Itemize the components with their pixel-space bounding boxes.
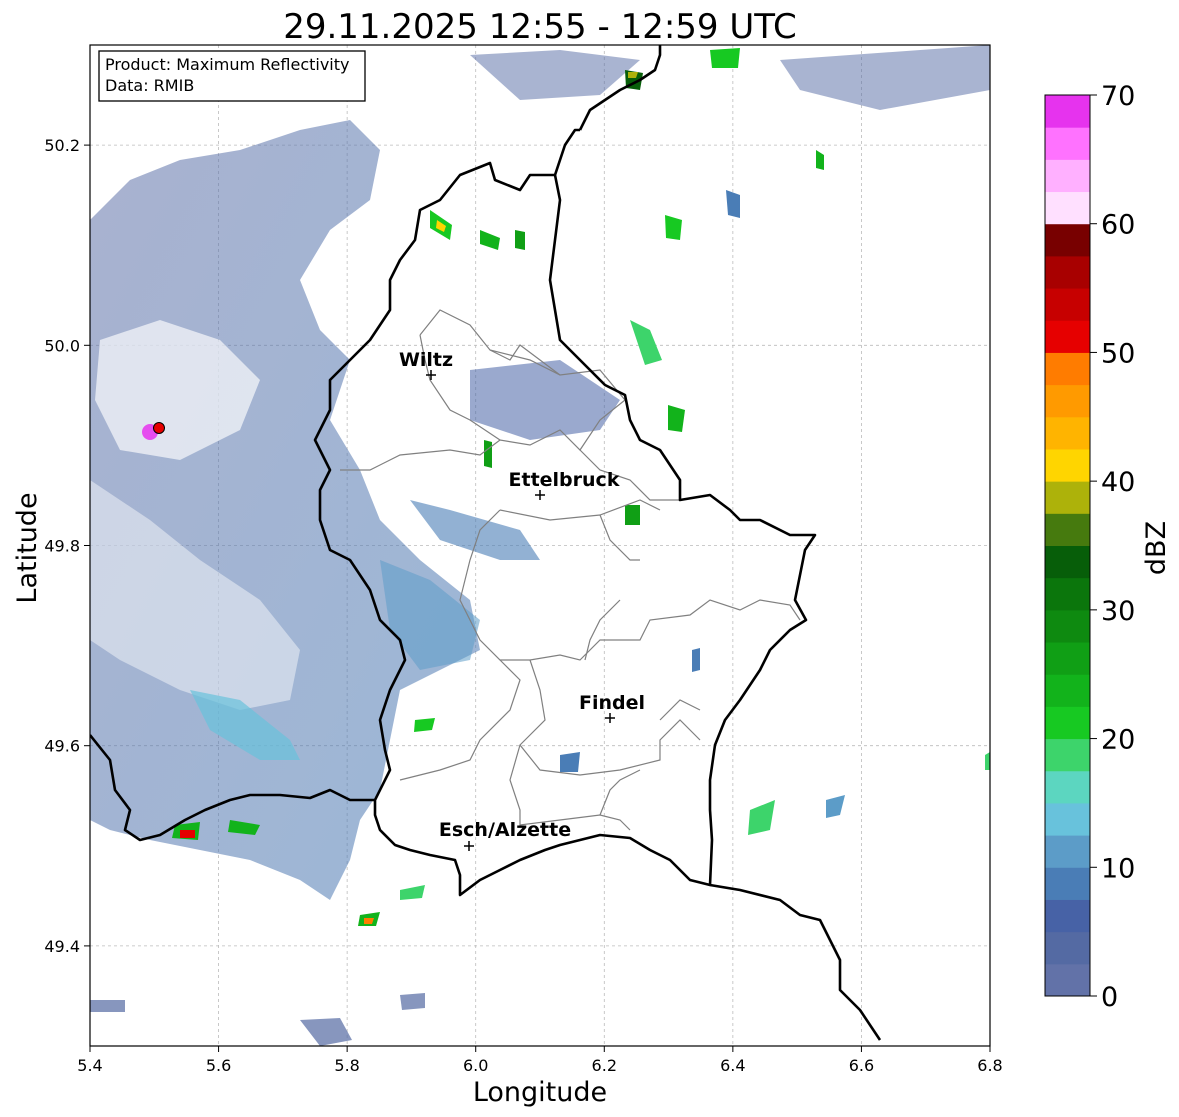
colorbar-tick-label: 0 xyxy=(1101,982,1118,1013)
x-tick-label: 6.2 xyxy=(592,1056,617,1075)
y-axis-label: Latitude xyxy=(12,492,43,603)
rain-cell-light xyxy=(400,993,425,1010)
colorbar-tick-label: 60 xyxy=(1101,210,1135,241)
colorbar-segment xyxy=(1045,159,1090,193)
colorbar-segment xyxy=(1045,95,1090,128)
colorbar-tick-label: 10 xyxy=(1101,853,1135,884)
y-tick-label: 50.0 xyxy=(44,336,80,355)
colorbar-segment xyxy=(1045,481,1090,514)
city-label: Esch/Alzette xyxy=(439,819,571,841)
colorbar-segment xyxy=(1045,931,1090,965)
city-label: Findel xyxy=(579,692,645,714)
x-tick-label: 6.6 xyxy=(849,1056,874,1075)
colorbar-tick-label: 50 xyxy=(1101,338,1135,369)
colorbar-segment xyxy=(1045,513,1090,546)
colorbar-segment xyxy=(1045,545,1090,579)
colorbar-segment xyxy=(1045,609,1090,643)
x-tick-label: 6.8 xyxy=(977,1056,1002,1075)
city-label: Ettelbruck xyxy=(509,469,620,491)
colorbar-tick-label: 20 xyxy=(1101,725,1135,756)
rain-cell-moderate xyxy=(414,718,435,732)
x-axis-ticks: 5.4 5.6 5.8 6.0 6.2 6.4 6.6 6.8 xyxy=(77,1046,1003,1075)
colorbar-segment xyxy=(1045,320,1090,353)
colorbar-segment xyxy=(1045,255,1090,289)
colorbar-tick-label: 40 xyxy=(1101,467,1135,498)
rain-cell-moderate xyxy=(985,752,990,770)
rain-cell-moderate xyxy=(484,440,492,468)
rain-cell-moderate xyxy=(625,505,640,525)
city-label: Wiltz xyxy=(399,349,453,371)
x-tick-label: 6.4 xyxy=(720,1056,745,1075)
colorbar-segments xyxy=(1045,95,1090,997)
info-data-source: Data: RMIB xyxy=(105,76,194,95)
colorbar-segment xyxy=(1045,191,1090,225)
y-tick-label: 49.8 xyxy=(44,537,80,556)
colorbar-segment xyxy=(1045,835,1090,868)
y-axis-ticks: 49.4 49.6 49.8 50.0 50.2 xyxy=(44,136,90,956)
colorbar-segment xyxy=(1045,288,1090,321)
y-tick-label: 49.4 xyxy=(44,937,80,956)
map-axes: Wiltz Ettelbruck Findel Esch/Alzette 5.4… xyxy=(12,44,1003,1108)
x-axis-label: Longitude xyxy=(473,1077,607,1108)
colorbar-segment xyxy=(1045,127,1090,160)
colorbar-label: dBZ xyxy=(1141,521,1172,575)
y-tick-label: 49.6 xyxy=(44,737,80,756)
colorbar-segment xyxy=(1045,448,1090,482)
y-tick-label: 50.2 xyxy=(44,136,80,155)
colorbar-segment xyxy=(1045,802,1090,836)
x-tick-label: 5.6 xyxy=(206,1056,231,1075)
info-product: Product: Maximum Reflectivity xyxy=(105,55,349,74)
radar-site-dot xyxy=(153,422,165,434)
colorbar-segment xyxy=(1045,223,1090,257)
colorbar-segment xyxy=(1045,577,1090,611)
rain-cell-light xyxy=(560,752,580,772)
rain-cell-light xyxy=(692,648,700,672)
x-tick-label: 5.4 xyxy=(77,1056,102,1075)
colorbar-segment xyxy=(1045,867,1090,900)
colorbar-ticks: 0 10 20 30 40 50 60 70 xyxy=(1090,81,1135,1013)
colorbar-segment xyxy=(1045,899,1090,933)
colorbar-segment xyxy=(1045,642,1090,675)
colorbar-segment xyxy=(1045,738,1090,772)
colorbar-segment xyxy=(1045,963,1090,997)
rain-cell-moderate xyxy=(710,48,740,68)
x-tick-label: 6.0 xyxy=(463,1056,488,1075)
x-tick-label: 5.8 xyxy=(334,1056,359,1075)
colorbar-tick-label: 30 xyxy=(1101,596,1135,627)
colorbar-segment xyxy=(1045,674,1090,707)
map-title: 29.11.2025 12:55 - 12:59 UTC xyxy=(283,7,797,47)
colorbar-segment xyxy=(1045,352,1090,386)
rain-cell-light xyxy=(90,1000,125,1012)
rain-cell-intense xyxy=(180,830,195,838)
info-box: Product: Maximum Reflectivity Data: RMIB xyxy=(98,50,366,102)
rain-cell-moderate xyxy=(515,230,525,250)
radar-map-figure: 29.11.2025 12:55 - 12:59 UTC Wiltz Ettel… xyxy=(12,7,1172,1108)
colorbar-segment xyxy=(1045,416,1090,450)
colorbar-segment xyxy=(1045,384,1090,418)
colorbar-tick-label: 70 xyxy=(1101,81,1135,112)
colorbar-segment xyxy=(1045,706,1090,740)
colorbar-segment xyxy=(1045,770,1090,804)
colorbar: 0 10 20 30 40 50 60 70 dBZ xyxy=(1044,81,1172,1013)
